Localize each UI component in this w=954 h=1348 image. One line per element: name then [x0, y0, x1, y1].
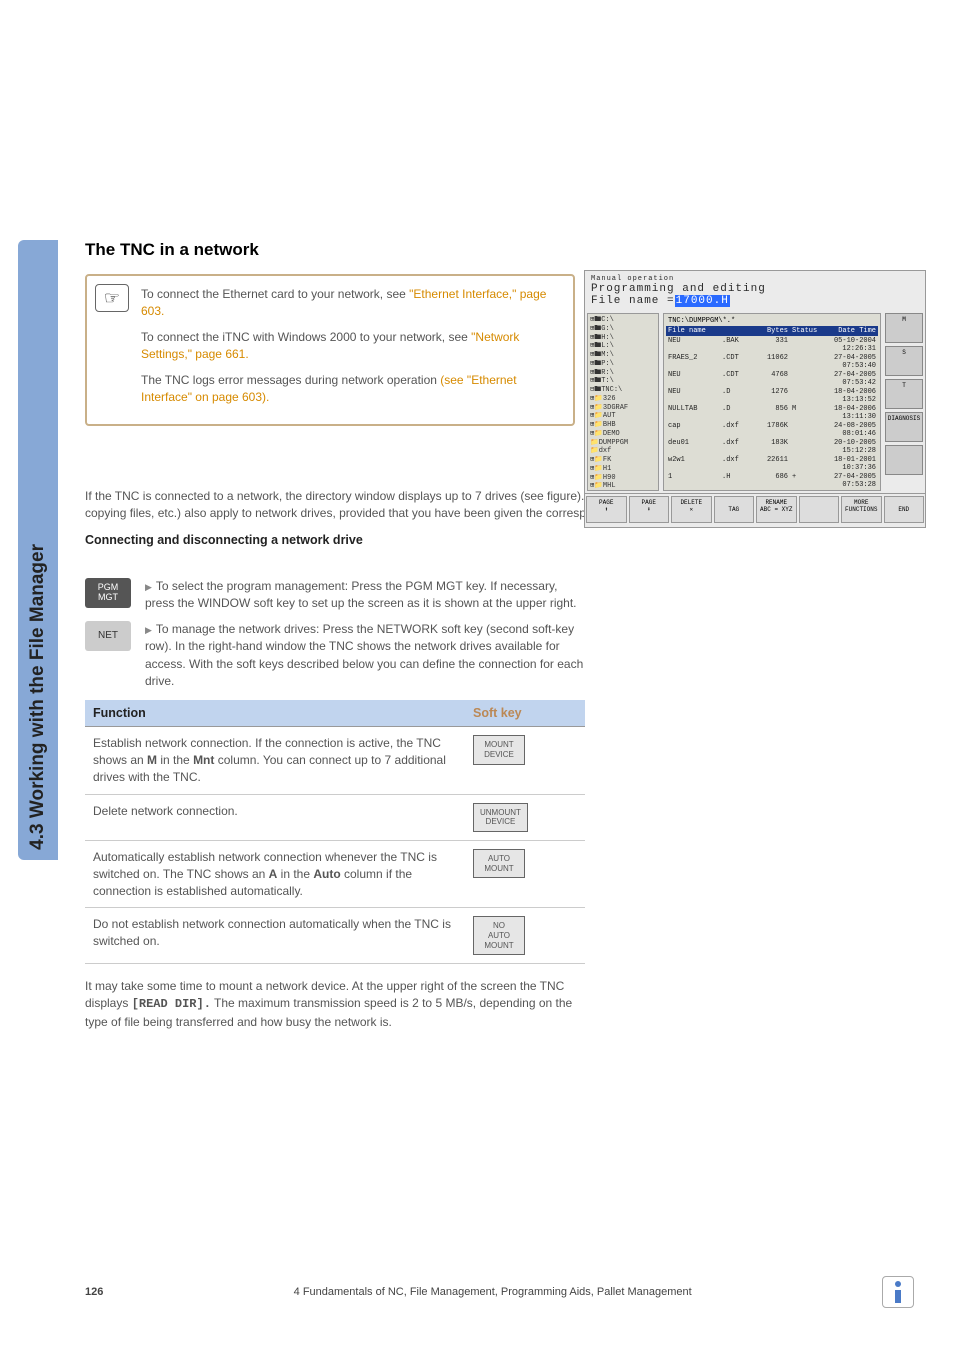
note-para-1: To connect the Ethernet card to your net…	[141, 286, 561, 321]
note-box: ☞ To connect the Ethernet card to your n…	[85, 274, 575, 426]
softkey-button[interactable]: UNMOUNT DEVICE	[473, 803, 528, 832]
file-row[interactable]: 1639.H7832K+12-07-2005 10:00:45	[666, 489, 878, 491]
tree-item[interactable]: ⊞📁H1	[590, 465, 656, 474]
body-text-2: It may take some time to mount a network…	[85, 978, 585, 1031]
tree-item[interactable]: ⊞📁AUT	[590, 412, 656, 421]
file-row[interactable]: NEU.D127618-04-2006 13:13:52	[666, 387, 878, 404]
tree-item[interactable]: ⊞🖿G:\	[590, 325, 656, 334]
tree-item[interactable]: ⊟🖿TNC:\	[590, 386, 656, 395]
tree-item[interactable]: ⊞🖿L:\	[590, 342, 656, 351]
table-row: Establish network connection. If the con…	[85, 727, 585, 794]
sim-softkey[interactable]: RENAMEABC = XYZ	[756, 496, 797, 523]
softkey-button[interactable]: MOUNT DEVICE	[473, 735, 525, 764]
file-row[interactable]: FRAES_2.CDT1106227-04-2005 07:53:40	[666, 353, 878, 370]
tree-item[interactable]: ⊞🖿H:\	[590, 334, 656, 343]
sim-softkey[interactable]: TAG	[714, 496, 755, 523]
chapter-title: 4 Fundamentals of NC, File Management, P…	[294, 1286, 692, 1298]
function-table: Function Soft key Establish network conn…	[85, 700, 585, 964]
step-row-2: NET To manage the network drives: Press …	[85, 621, 585, 691]
sim-side-button[interactable]: T	[885, 379, 923, 409]
sim-sidebar: MSTDIAGNOSIS	[883, 311, 925, 493]
sim-softkey[interactable]: PAGE⬆	[586, 496, 627, 523]
file-row[interactable]: 1.H686+27-04-2005 07:53:28	[666, 472, 878, 489]
side-tab: 4.3 Working with the File Manager	[18, 240, 58, 860]
file-row[interactable]: cap.dxf1786K24-08-2005 08:01:46	[666, 421, 878, 438]
file-row[interactable]: deu01.dxf183K20-10-2005 15:12:28	[666, 438, 878, 455]
steps-block: PGM MGT To select the program management…	[85, 578, 585, 1041]
tree-item[interactable]: ⊞🖿P:\	[590, 360, 656, 369]
sim-side-button[interactable]: DIAGNOSIS	[885, 412, 923, 442]
softkey-cell: AUTO MOUNT	[465, 840, 585, 907]
sim-softkey[interactable]: MOREFUNCTIONS	[841, 496, 882, 523]
step-text-2: To manage the network drives: Press the …	[145, 621, 585, 691]
table-header-function: Function	[85, 700, 465, 727]
table-row: Automatically establish network connecti…	[85, 840, 585, 907]
tree-item[interactable]: ⊞🖿M:\	[590, 351, 656, 360]
note-para-2: To connect the iTNC with Windows 2000 to…	[141, 329, 561, 364]
tree-item[interactable]: ⊞📁3DGRAF	[590, 404, 656, 413]
sim-side-button[interactable]: S	[885, 346, 923, 376]
main-content: The TNC in a network ☞ To connect the Et…	[85, 240, 575, 440]
sim-softkey-row: PAGE⬆PAGE⬇DELETE✕TAGRENAMEABC = XYZ MOREF…	[585, 493, 925, 525]
subheading: Connecting and disconnecting a network d…	[85, 533, 865, 547]
sim-path: TNC:\DUMPPGM\*.*	[666, 316, 878, 326]
softkey-cell: UNMOUNT DEVICE	[465, 794, 585, 840]
pgm-mgt-key[interactable]: PGM MGT	[85, 578, 131, 608]
step-text-1: To select the program management: Press …	[145, 578, 585, 613]
function-desc: Delete network connection.	[85, 794, 465, 840]
softkey-button[interactable]: AUTO MOUNT	[473, 849, 525, 878]
file-row[interactable]: NEU.BAK33105-10-2004 12:26:31	[666, 336, 878, 353]
tnc-screenshot: Manual operation Programming and editing…	[584, 270, 926, 528]
table-row: Do not establish network connection auto…	[85, 908, 585, 964]
tree-item[interactable]: ⊞📁MHL	[590, 482, 656, 491]
function-desc: Automatically establish network connecti…	[85, 840, 465, 907]
step-row-1: PGM MGT To select the program management…	[85, 578, 585, 613]
file-row[interactable]: NEU.CDT476827-04-2005 07:53:42	[666, 370, 878, 387]
tree-item[interactable]: 📁DUMPPGM	[590, 439, 656, 448]
softkey-cell: MOUNT DEVICE	[465, 727, 585, 794]
sim-file-list[interactable]: TNC:\DUMPPGM\*.* File name Bytes Status …	[663, 313, 881, 491]
sim-softkey[interactable]: PAGE⬇	[629, 496, 670, 523]
info-icon[interactable]	[882, 1276, 914, 1308]
softkey-button[interactable]: NO AUTO MOUNT	[473, 916, 525, 955]
tree-item[interactable]: ⊞🖿C:\	[590, 316, 656, 325]
tree-item[interactable]: ⊞📁BHB	[590, 421, 656, 430]
sim-directory-tree[interactable]: ⊞🖿C:\⊞🖿G:\⊞🖿H:\⊞🖿L:\⊞🖿M:\⊞🖿P:\⊞🖿R:\⊞🖿T:\…	[587, 313, 659, 491]
sim-softkey[interactable]: DELETE✕	[671, 496, 712, 523]
note-icon: ☞	[95, 284, 129, 312]
page-number: 126	[85, 1286, 103, 1298]
tree-item[interactable]: ⊞📁FK	[590, 456, 656, 465]
sim-softkey[interactable]	[799, 496, 840, 523]
page-footer: 126 4 Fundamentals of NC, File Managemen…	[85, 1276, 914, 1308]
note-para-3: The TNC logs error messages during netwo…	[141, 372, 561, 407]
softkey-cell: NO AUTO MOUNT	[465, 908, 585, 964]
sim-body: ⊞🖿C:\⊞🖿G:\⊞🖿H:\⊞🖿L:\⊞🖿M:\⊞🖿P:\⊞🖿R:\⊞🖿T:\…	[585, 311, 925, 493]
table-row: Delete network connection. UNMOUNT DEVICE	[85, 794, 585, 840]
tree-item[interactable]: 📁dxf	[590, 447, 656, 456]
tree-item[interactable]: ⊞🖿T:\	[590, 377, 656, 386]
sim-list-header: File name Bytes Status Date Time	[666, 326, 878, 336]
sim-side-button[interactable]: M	[885, 313, 923, 343]
function-desc: Do not establish network connection auto…	[85, 908, 465, 964]
section-heading: The TNC in a network	[85, 240, 575, 260]
tree-item[interactable]: ⊞📁326	[590, 395, 656, 404]
table-header-softkey: Soft key	[465, 700, 585, 727]
tree-item[interactable]: ⊞🖿R:\	[590, 369, 656, 378]
net-key[interactable]: NET	[85, 621, 131, 651]
side-tab-text: 4.3 Working with the File Manager	[27, 544, 49, 850]
sim-header: Manual operation Programming and editing…	[585, 271, 925, 311]
file-row[interactable]: NULLTAB.D856M18-04-2006 13:11:30	[666, 404, 878, 421]
tree-item[interactable]: ⊞📁DEMO	[590, 430, 656, 439]
sim-softkey[interactable]: END	[884, 496, 925, 523]
file-row[interactable]: w2w1.dxf2261118-01-2001 10:37:36	[666, 455, 878, 472]
tree-item[interactable]: ⊞📁H90	[590, 474, 656, 483]
sim-side-button[interactable]	[885, 445, 923, 475]
function-desc: Establish network connection. If the con…	[85, 727, 465, 794]
